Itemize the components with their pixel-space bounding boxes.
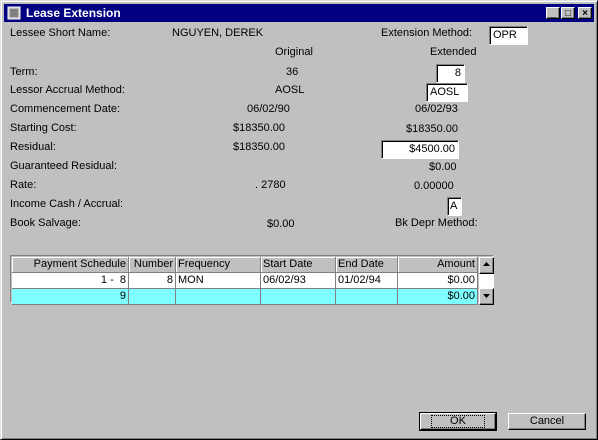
ok-button-label: OK: [431, 415, 485, 428]
grid-scrollbar[interactable]: [479, 257, 494, 305]
guaranteed-residual-extended: $0.00: [429, 161, 457, 173]
rate-original: . 2780: [255, 179, 286, 191]
row-payment-schedule[interactable]: 1 - 8: [12, 273, 129, 289]
row-amount[interactable]: $0.00: [398, 289, 478, 305]
lessee-label: Lessee Short Name:: [10, 27, 111, 39]
commencement-date-extended: 06/02/93: [415, 103, 458, 115]
row-end-date[interactable]: 01/02/94: [336, 273, 398, 289]
income-extended-field[interactable]: A: [447, 197, 462, 216]
window-title: Lease Extension: [26, 6, 121, 20]
maximize-button[interactable]: □: [561, 7, 575, 19]
extension-method-field[interactable]: OPR: [489, 26, 528, 45]
rate-extended: 0.00000: [414, 180, 454, 192]
term-extended-field[interactable]: 8: [436, 64, 465, 83]
arrow-up-icon: [483, 262, 490, 266]
book-salvage-label: Book Salvage:: [10, 217, 81, 229]
extended-column-header: Extended: [430, 46, 477, 58]
residual-original: $18350.00: [233, 141, 285, 153]
scroll-up-button[interactable]: [479, 257, 494, 274]
header-end-date[interactable]: End Date: [336, 257, 398, 273]
residual-label: Residual:: [10, 141, 56, 153]
arrow-down-icon: [483, 294, 490, 298]
row-frequency[interactable]: [176, 289, 261, 305]
rate-label: Rate:: [10, 179, 37, 191]
commencement-date-original: 06/02/90: [247, 103, 290, 115]
scroll-track[interactable]: [479, 274, 494, 288]
term-original: 36: [286, 66, 299, 78]
original-column-header: Original: [275, 46, 313, 58]
window-icon: [7, 6, 21, 20]
ok-button[interactable]: OK: [419, 412, 497, 431]
payment-schedule-grid[interactable]: Payment Schedule Number Frequency Start …: [10, 255, 494, 305]
accrual-method-original: AOSL: [275, 84, 305, 96]
row-amount[interactable]: $0.00: [398, 273, 478, 289]
starting-cost-original: $18350.00: [233, 122, 285, 134]
close-button[interactable]: ×: [578, 7, 592, 19]
residual-extended-field[interactable]: $4500.00: [381, 140, 459, 159]
cancel-button[interactable]: Cancel: [508, 413, 586, 430]
income-label: Income Cash / Accrual:: [10, 198, 124, 210]
guaranteed-residual-label: Guaranteed Residual:: [10, 160, 118, 172]
header-payment-schedule[interactable]: Payment Schedule: [12, 257, 129, 273]
lessee-value: NGUYEN, DEREK: [172, 27, 264, 39]
minimize-button[interactable]: _: [546, 7, 560, 19]
starting-cost-label: Starting Cost:: [10, 122, 77, 134]
accrual-method-label: Lessor Accrual Method:: [10, 84, 125, 96]
table-row[interactable]: 9 $0.00: [12, 289, 478, 305]
row-number[interactable]: [129, 289, 176, 305]
row-frequency[interactable]: MON: [176, 273, 261, 289]
scroll-down-button[interactable]: [479, 288, 494, 305]
starting-cost-extended: $18350.00: [406, 123, 458, 135]
row-payment-schedule[interactable]: 9: [12, 289, 129, 305]
row-end-date[interactable]: [336, 289, 398, 305]
accrual-method-extended-field[interactable]: AOSL: [426, 83, 468, 102]
term-label: Term:: [10, 66, 38, 78]
grid-header-row: Payment Schedule Number Frequency Start …: [12, 257, 478, 273]
row-start-date[interactable]: 06/02/93: [261, 273, 336, 289]
commencement-date-label: Commencement Date:: [10, 103, 121, 115]
header-start-date[interactable]: Start Date: [261, 257, 336, 273]
lease-extension-window: Lease Extension _ □ ×: [0, 0, 598, 440]
header-amount[interactable]: Amount: [398, 257, 478, 273]
row-start-date[interactable]: [261, 289, 336, 305]
table-row[interactable]: 1 - 8 8 MON 06/02/93 01/02/94 $0.00: [12, 273, 478, 289]
extension-method-label: Extension Method:: [381, 27, 473, 39]
row-number[interactable]: 8: [129, 273, 176, 289]
title-bar: Lease Extension _ □ ×: [4, 4, 594, 22]
header-frequency[interactable]: Frequency: [176, 257, 261, 273]
book-salvage-original: $0.00: [267, 218, 295, 230]
bk-depr-method-label: Bk Depr Method:: [395, 217, 478, 229]
header-number[interactable]: Number: [129, 257, 176, 273]
